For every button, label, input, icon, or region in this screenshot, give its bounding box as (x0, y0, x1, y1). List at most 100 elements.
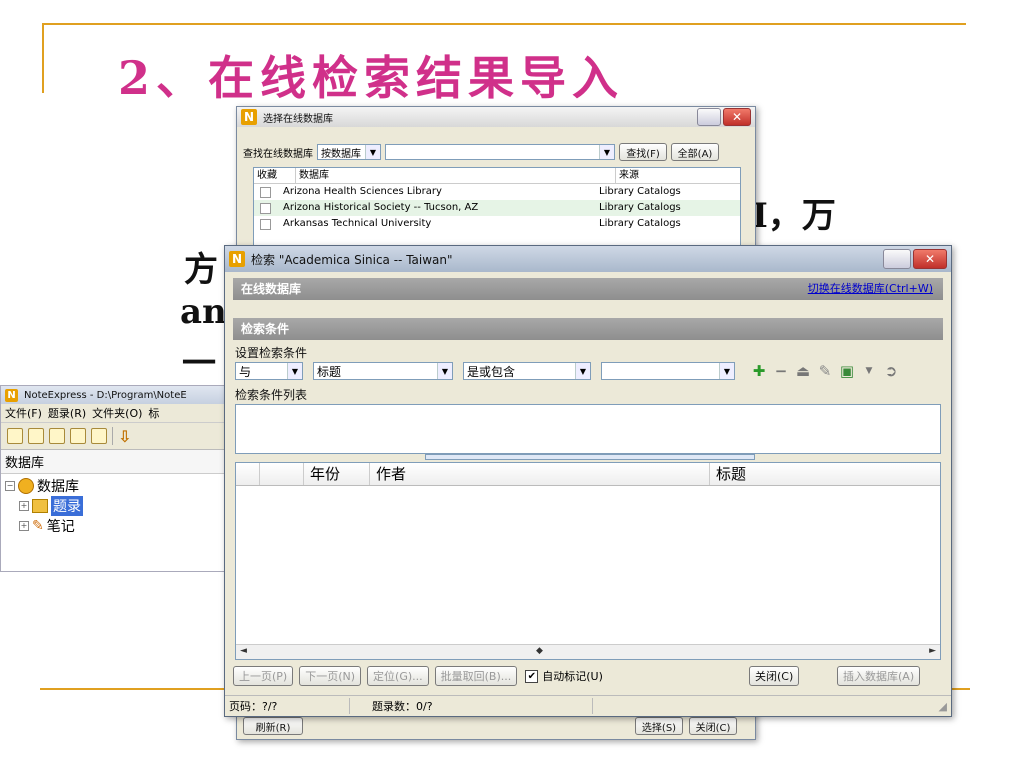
refresh-button[interactable]: 刷新(R) (243, 717, 303, 735)
search-value-input[interactable]: ▼ (601, 362, 735, 380)
online-db-bar: 在线数据库 切换在线数据库(Ctrl+W) (233, 278, 943, 300)
column-database[interactable]: 数据库 (296, 168, 616, 183)
search-by-value: 按数据库 (321, 148, 361, 160)
open-folder-icon[interactable] (28, 428, 44, 444)
slide-text-fragment: 方 (184, 250, 218, 290)
locate-button[interactable]: 定位(G)... (367, 666, 429, 686)
restore-button[interactable] (883, 249, 911, 269)
auto-mark-checkbox[interactable]: ✔ (525, 669, 539, 683)
new-database-icon[interactable] (49, 428, 65, 444)
chevron-down-icon: ▼ (575, 363, 590, 379)
status-page: 页码：?/? (225, 698, 350, 714)
menu-folder[interactable]: 文件夹(O) (92, 405, 142, 421)
tree-header: 数据库 (1, 450, 237, 474)
database-source: Library Catalogs (599, 202, 681, 213)
column-author[interactable]: 作者 (370, 463, 710, 485)
prev-page-button[interactable]: 上一页(P) (233, 666, 294, 686)
tree-node-label: 题录 (51, 496, 83, 516)
column-source[interactable]: 来源 (616, 168, 729, 183)
criteria-list[interactable] (235, 404, 941, 454)
column-favorite[interactable]: 收藏 (254, 168, 296, 183)
chevron-down-icon: ▼ (287, 363, 302, 379)
close-window-button[interactable]: ✕ (913, 249, 947, 269)
favorite-checkbox[interactable] (260, 187, 271, 198)
insert-database-button[interactable]: 插入数据库(A) (837, 666, 921, 686)
batch-retrieve-button[interactable]: 批量取回(B)... (434, 666, 518, 686)
operator-select[interactable]: 是或包含 ▼ (463, 362, 591, 380)
close-button[interactable]: 关闭(C) (749, 666, 800, 686)
collapse-icon[interactable]: − (5, 481, 15, 491)
favorite-checkbox[interactable] (260, 219, 271, 230)
criteria-toolbar: ✚ − ⏏ ✎ ▣ ▼ ➲ (751, 362, 899, 380)
bottom-button-row: 上一页(P) 下一页(N) 定位(G)... 批量取回(B)... ✔ 自动标记… (233, 666, 603, 686)
database-source: Library Catalogs (599, 218, 681, 229)
tree-node-database[interactable]: − 数据库 (5, 476, 233, 496)
new-file-icon[interactable] (7, 428, 23, 444)
tree-node-records[interactable]: + 题录 (5, 496, 233, 516)
scroll-right-icon[interactable]: ► (929, 646, 936, 656)
main-toolbar: ⇩ (1, 423, 237, 450)
close-button[interactable]: 关闭(C) (689, 717, 737, 735)
edit-icon[interactable]: ✎ (817, 362, 833, 380)
scroll-thumb[interactable]: ◆ (536, 646, 543, 656)
slide-text-fragment: 一 (182, 344, 216, 384)
close-database-icon[interactable] (91, 428, 107, 444)
column-flag[interactable] (260, 463, 304, 485)
column-title[interactable]: 标题 (710, 463, 938, 485)
list-item[interactable]: Arizona Historical Society -- Tucson, AZ… (254, 200, 740, 216)
go-icon[interactable]: ➲ (883, 362, 899, 380)
criteria-section-bar: 检索条件 (233, 318, 943, 340)
field-select[interactable]: 标题 ▼ (313, 362, 453, 380)
criteria-row: 与 ▼ 标题 ▼ 是或包含 ▼ ▼ ✚ − ⏏ ✎ ▣ ▼ ➲ (235, 362, 899, 380)
tree-node-notes[interactable]: + ✎ 笔记 (5, 516, 233, 536)
resize-grip-icon[interactable]: ◢ (939, 700, 947, 713)
chevron-down-icon[interactable]: ▼ (861, 363, 877, 379)
next-page-button[interactable]: 下一页(N) (299, 666, 362, 686)
database-name: Arizona Health Sciences Library (283, 186, 442, 197)
toolbar-separator (112, 427, 113, 445)
status-bar: 页码：?/? 题录数：0/? ◢ (225, 695, 951, 716)
database-list: 收藏 数据库 来源 Arizona Health Sciences Librar… (253, 167, 741, 249)
expand-icon[interactable]: + (19, 521, 29, 531)
noteexpress-main-window: N NoteExpress - D:\Program\NoteE 文件(F) 题… (0, 385, 238, 572)
dialog-title: 选择在线数据库 (263, 113, 333, 125)
chevron-down-icon: ▼ (365, 145, 380, 159)
switch-database-link[interactable]: 切换在线数据库(Ctrl+W) (808, 278, 933, 300)
menu-records[interactable]: 题录(R) (48, 405, 86, 421)
scroll-left-icon[interactable]: ◄ (240, 646, 247, 656)
find-button[interactable]: 查找(F) (619, 143, 667, 161)
list-item[interactable]: Arkansas Technical University Library Ca… (254, 216, 740, 232)
save-icon[interactable]: ▣ (839, 362, 855, 380)
expand-icon[interactable]: + (19, 501, 29, 511)
select-button[interactable]: 选择(S) (635, 717, 683, 735)
up-icon[interactable]: ⏏ (795, 362, 811, 380)
database-name: Arkansas Technical University (283, 218, 432, 229)
horizontal-scrollbar[interactable]: ◄ ◆ ► (236, 644, 940, 659)
list-item[interactable]: Arizona Health Sciences Library Library … (254, 184, 740, 200)
add-icon[interactable]: ✚ (751, 362, 767, 380)
database-search-input[interactable]: ▼ (385, 144, 615, 160)
menu-file[interactable]: 文件(F) (5, 405, 42, 421)
menu-tags[interactable]: 标 (148, 405, 159, 421)
search-label: 查找在线数据库 (243, 148, 313, 160)
chevron-down-icon: ▼ (599, 145, 614, 159)
splitter-handle[interactable] (425, 454, 755, 460)
column-mark[interactable] (236, 463, 260, 485)
auto-mark-option[interactable]: ✔ 自动标记(U) (525, 668, 603, 684)
chevron-down-icon: ▼ (719, 363, 734, 379)
import-arrow-icon[interactable]: ⇩ (118, 427, 131, 446)
database-list-header: 收藏 数据库 来源 (254, 168, 740, 184)
open-database-icon[interactable] (70, 428, 86, 444)
restore-button[interactable] (697, 108, 721, 126)
results-grid: 年份 作者 标题 ◄ ◆ ► (235, 462, 941, 660)
database-tree: − 数据库 + 题录 + ✎ 笔记 (1, 474, 237, 538)
note-pencil-icon: ✎ (32, 518, 44, 534)
column-year[interactable]: 年份 (304, 463, 370, 485)
logic-select[interactable]: 与 ▼ (235, 362, 303, 380)
online-search-window: N 检索 "Academica Sinica -- Taiwan" ✕ 在线数据… (224, 245, 952, 717)
remove-icon[interactable]: − (773, 362, 789, 380)
search-by-select[interactable]: 按数据库 ▼ (317, 144, 381, 160)
all-button[interactable]: 全部(A) (671, 143, 719, 161)
favorite-checkbox[interactable] (260, 203, 271, 214)
close-window-button[interactable]: ✕ (723, 108, 751, 126)
